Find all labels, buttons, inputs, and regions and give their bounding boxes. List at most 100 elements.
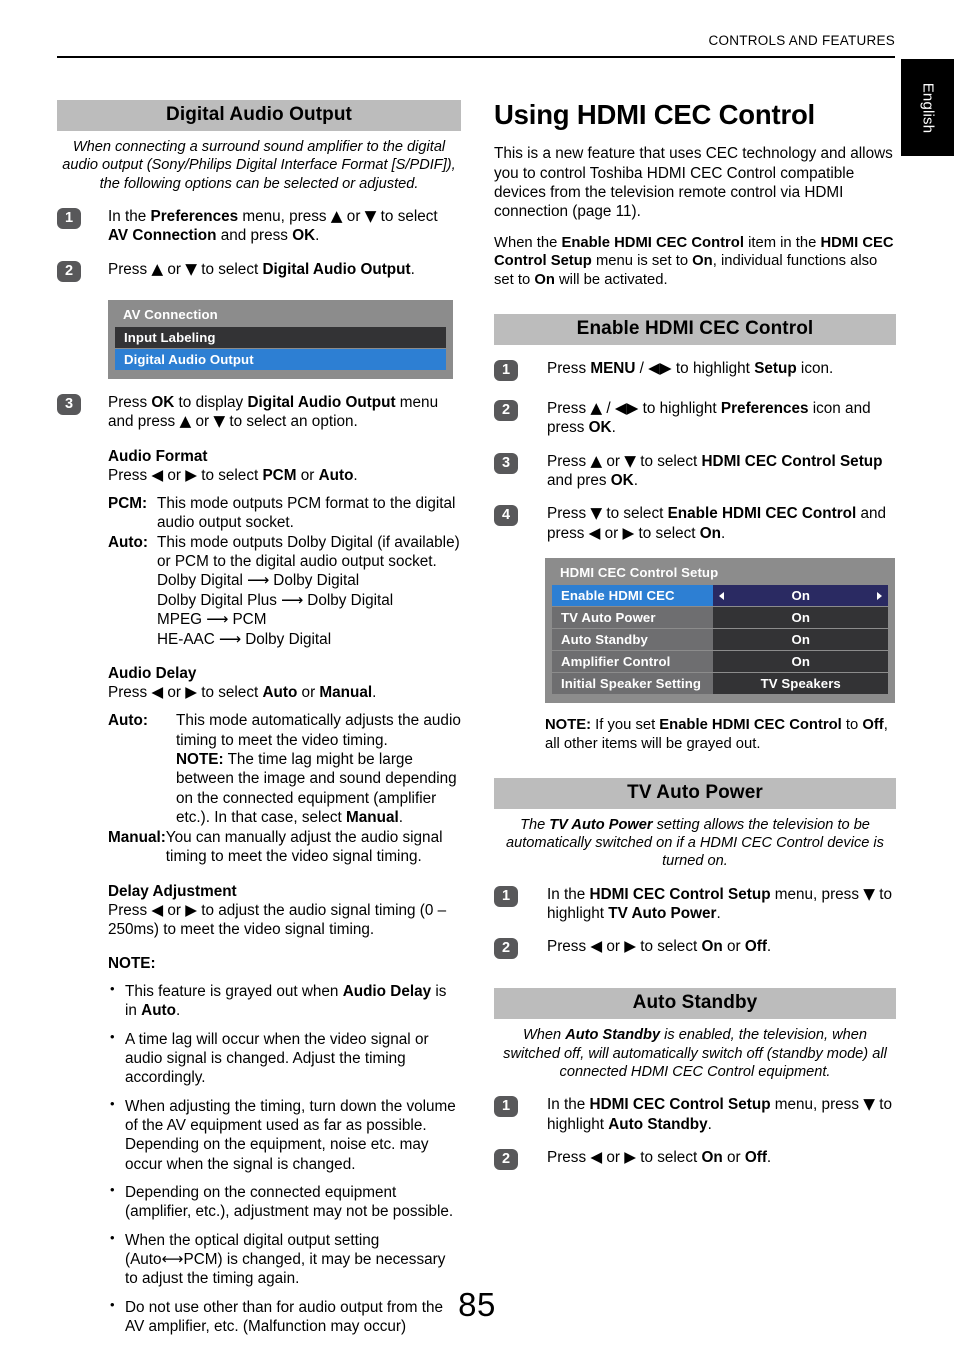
step-text: In the HDMI CEC Control Setup menu, pres… (547, 884, 892, 923)
step-item: 1 Press MENU / ◀▶ to highlight Setup ico… (494, 359, 896, 385)
osd-menu-row[interactable]: Input Labeling (115, 326, 446, 348)
osd-row-label: Input Labeling (115, 326, 446, 348)
definition-body: This mode outputs PCM format to the digi… (157, 494, 456, 532)
step-number-badge: 1 (494, 1096, 518, 1118)
header-rule (57, 56, 895, 58)
definition-body-text: This mode outputs Dolby Digital (if avai… (157, 533, 460, 570)
osd-menu-row-selected[interactable]: Enable HDMI CEC Control On (552, 585, 888, 624)
osd-value-text: On (791, 632, 810, 648)
format-mapping: Dolby Digital Plus ⟶ Dolby Digital (157, 591, 394, 609)
tv-auto-power-intro: The TV Auto Power setting allows the tel… (506, 816, 884, 870)
step-item: 2 Press ▲ / ◀▶ to highlight Preferences … (494, 399, 896, 438)
step-number-badge: 1 (494, 885, 518, 907)
step-text: Press MENU / ◀▶ to highlight Setup icon. (547, 358, 834, 377)
step-text: Press ◀ or ▶ to select On or Off. (547, 1148, 772, 1167)
note-bullet: When the optical digital output setting … (108, 1230, 461, 1289)
osd-row-value[interactable]: On (713, 629, 888, 651)
step-number-badge: 1 (494, 359, 518, 381)
step-text: Press ▲ or ▼ to select HDMI CEC Control … (547, 451, 883, 489)
audio-format-press-line: Press ◀ or ▶ to select PCM or Auto. (108, 465, 358, 484)
osd-row-label: Digital Audio Output (115, 348, 446, 370)
left-column: Digital Audio Output When connecting a s… (57, 100, 461, 1336)
audio-format-definitions: PCM: This mode outputs PCM format to the… (108, 494, 461, 649)
audio-delay-definitions: Auto: This mode automatically adjusts th… (108, 711, 461, 866)
audio-delay-press-line: Press ◀ or ▶ to select Auto or Manual. (108, 683, 377, 702)
right-column: Using HDMI CEC Control This is a new fea… (494, 99, 896, 1174)
osd-menu-row[interactable]: Auto Standby On (552, 629, 888, 651)
section-banner-enable-hdmi-cec-control: Enable HDMI CEC Control (494, 313, 896, 345)
definition-term: PCM: (108, 494, 148, 512)
page-number: 85 (458, 1286, 496, 1323)
av-connection-osd-menu: AV Connection Input Labeling Digital Aud… (108, 299, 453, 379)
step-number-badge: 3 (494, 452, 518, 474)
section-banner-auto-standby: Auto Standby (494, 988, 896, 1020)
step-text: Press ▲ or ▼ to select Digital Audio Out… (108, 259, 415, 278)
step-item: 1 In the HDMI CEC Control Setup menu, pr… (494, 885, 896, 924)
step-number-badge: 2 (494, 399, 518, 421)
osd-value-text: On (791, 610, 810, 626)
subheading-audio-delay: Audio Delay (108, 665, 197, 683)
osd-row-label: Amplifier Control (552, 651, 714, 673)
osd-menu-row[interactable]: Amplifier Control On (552, 651, 888, 673)
osd-row-value[interactable]: TV Speakers (713, 673, 888, 695)
osd-value-text: On (791, 654, 810, 670)
step-text: Press ▲ / ◀▶ to highlight Preferences ic… (547, 398, 871, 437)
osd-row-label: Initial Speaker Setting (552, 673, 714, 695)
enable-hdmi-cec-note: NOTE: If you set Enable HDMI CEC Control… (545, 717, 888, 752)
definition-body: This mode outputs Dolby Digital (if avai… (157, 533, 461, 650)
step-item: 3 Press ▲ or ▼ to select HDMI CEC Contro… (494, 452, 896, 491)
definition-term: Auto: (108, 712, 148, 730)
delay-adjustment-text: Press ◀ or ▶ to adjust the audio signal … (108, 900, 447, 938)
definition-term: Manual: (108, 828, 166, 846)
step-item: 2 Press ▲ or ▼ to select Digital Audio O… (57, 260, 461, 286)
definition-row: Manual: You can manually adjust the audi… (108, 828, 461, 867)
step-text: Press ◀ or ▶ to select On or Off. (547, 937, 772, 956)
page-title: Using HDMI CEC Control (494, 99, 815, 130)
osd-row-value[interactable]: On (713, 651, 888, 673)
osd-menu-row[interactable]: TV Auto Power On (552, 607, 888, 629)
step-number-badge: 2 (494, 938, 518, 960)
right-arrow-icon[interactable] (877, 591, 882, 600)
definition-body: This mode automatically adjusts the audi… (176, 712, 461, 827)
definition-row: PCM: This mode outputs PCM format to the… (108, 494, 461, 533)
osd-menu-title: AV Connection (123, 306, 218, 322)
step-text: In the HDMI CEC Control Setup menu, pres… (547, 1095, 892, 1133)
format-mapping: MPEG ⟶ PCM (157, 611, 267, 629)
step-item: 4 Press ▼ to select Enable HDMI CEC Cont… (494, 504, 896, 543)
step-item: 3 Press OK to display Digital Audio Outp… (57, 393, 461, 432)
osd-row-label: Auto Standby (552, 629, 714, 651)
language-tab-label: English (919, 82, 936, 133)
left-arrow-icon[interactable] (719, 591, 725, 600)
step-item: 2 Press ◀ or ▶ to select On or Off. (494, 1148, 896, 1174)
osd-menu-row-selected[interactable]: Digital Audio Output (115, 348, 446, 370)
hdmi-cec-control-setup-osd-menu: HDMI CEC Control Setup Enable HDMI CEC C… (545, 558, 895, 704)
auto-standby-intro: When Auto Standby is enabled, the televi… (503, 1027, 887, 1081)
note-heading: NOTE: (108, 954, 156, 972)
osd-row-label: TV Auto Power (552, 607, 714, 629)
osd-menu-title: HDMI CEC Control Setup (560, 565, 719, 581)
format-mapping: HE-AAC ⟶ Dolby Digital (157, 630, 332, 648)
running-header: CONTROLS AND FEATURES (708, 33, 895, 48)
step-number-badge: 2 (494, 1149, 518, 1171)
osd-row-value[interactable]: On (713, 607, 888, 629)
note-bullet: Depending on the connected equipment (am… (108, 1182, 461, 1222)
osd-value-text: On (791, 588, 810, 604)
step-item: 1 In the HDMI CEC Control Setup menu, pr… (494, 1095, 896, 1134)
osd-value-text: TV Speakers (760, 676, 841, 692)
hdmi-cec-intro-paragraph-2: When the Enable HDMI CEC Control item in… (494, 234, 894, 289)
step-text: Press ▼ to select Enable HDMI CEC Contro… (547, 504, 887, 542)
definition-row: Auto: This mode outputs Dolby Digital (i… (108, 533, 461, 650)
step-item: 2 Press ◀ or ▶ to select On or Off. (494, 937, 896, 963)
osd-menu-row[interactable]: Initial Speaker Setting TV Speakers (552, 673, 888, 695)
note-bullet-list: This feature is grayed out when Audio De… (108, 981, 461, 1337)
step-text: In the Preferences menu, press ▲ or ▼ to… (108, 206, 438, 245)
definition-body: You can manually adjust the audio signal… (165, 828, 443, 866)
subheading-audio-format: Audio Format (108, 447, 208, 465)
step-number-badge: 1 (57, 207, 81, 229)
note-bullet: When adjusting the timing, turn down the… (108, 1096, 461, 1174)
osd-row-value[interactable]: On (713, 585, 888, 607)
note-bullet: A time lag will occur when the video sig… (108, 1028, 461, 1088)
section-banner-tv-auto-power: TV Auto Power (494, 777, 896, 809)
step-text: Press OK to display Digital Audio Output… (108, 393, 439, 431)
osd-row-label: Enable HDMI CEC Control (552, 585, 714, 624)
